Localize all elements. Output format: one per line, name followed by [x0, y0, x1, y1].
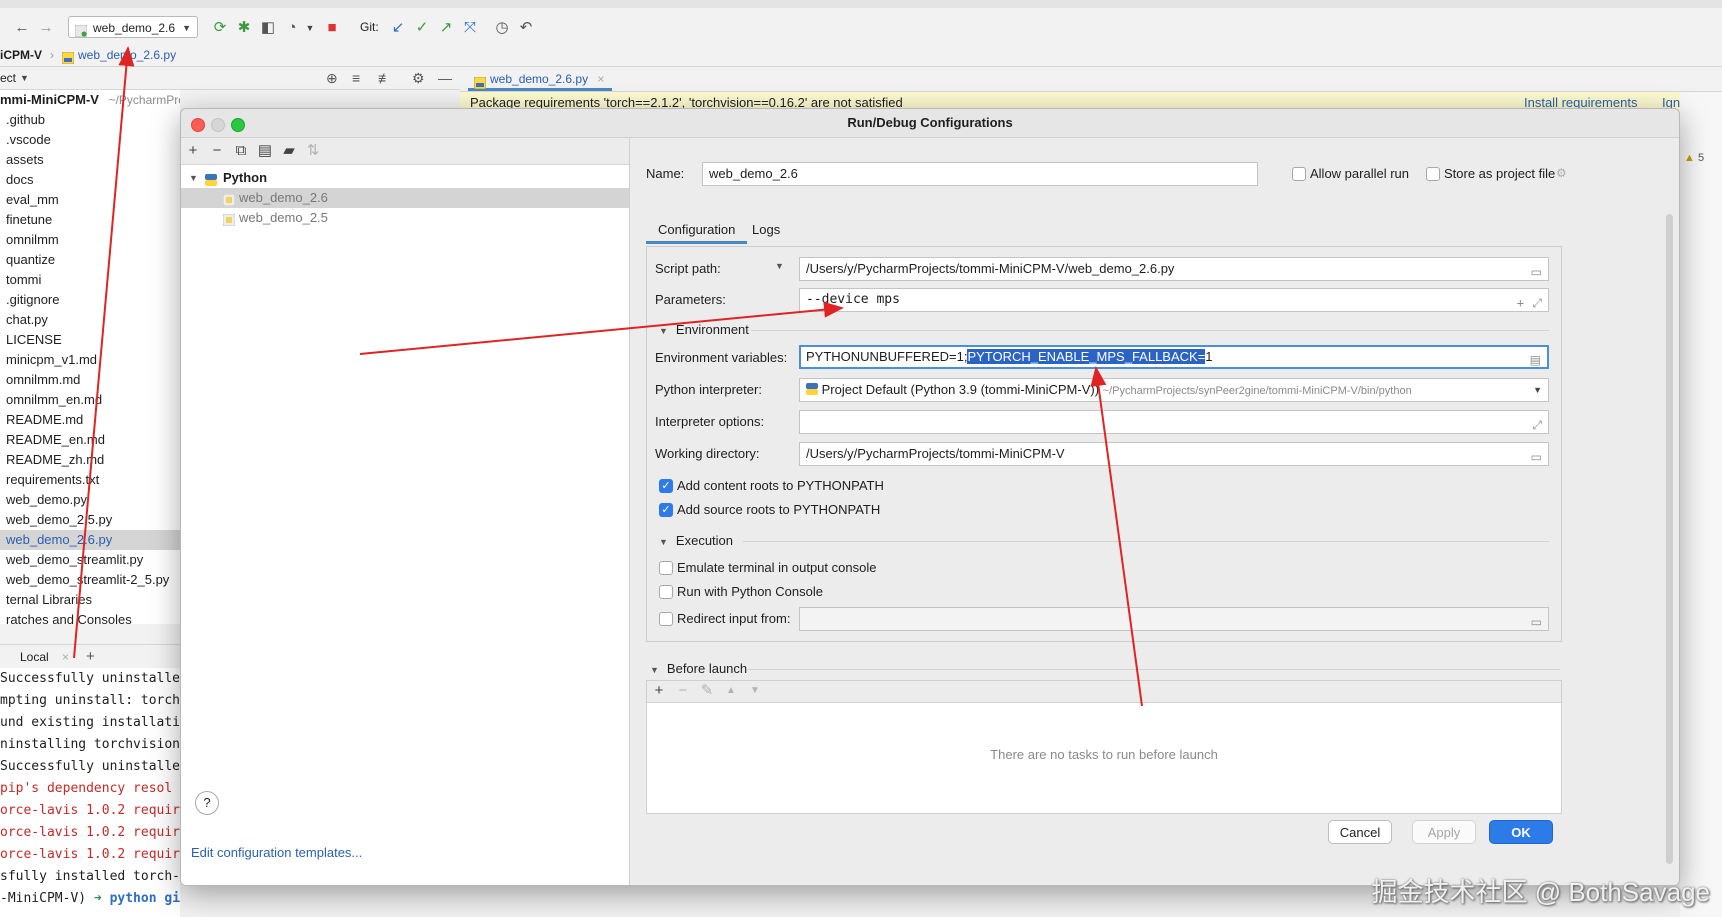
annotation-arrows: [73, 46, 1143, 707]
watermark: 掘金技术社区 @ BothSavage: [1371, 877, 1710, 907]
annotation-arrow-parameters: [359, 301, 844, 355]
annotation-arrow-env-vars: [1090, 366, 1143, 707]
annotation-arrow-run-config: [73, 46, 135, 659]
